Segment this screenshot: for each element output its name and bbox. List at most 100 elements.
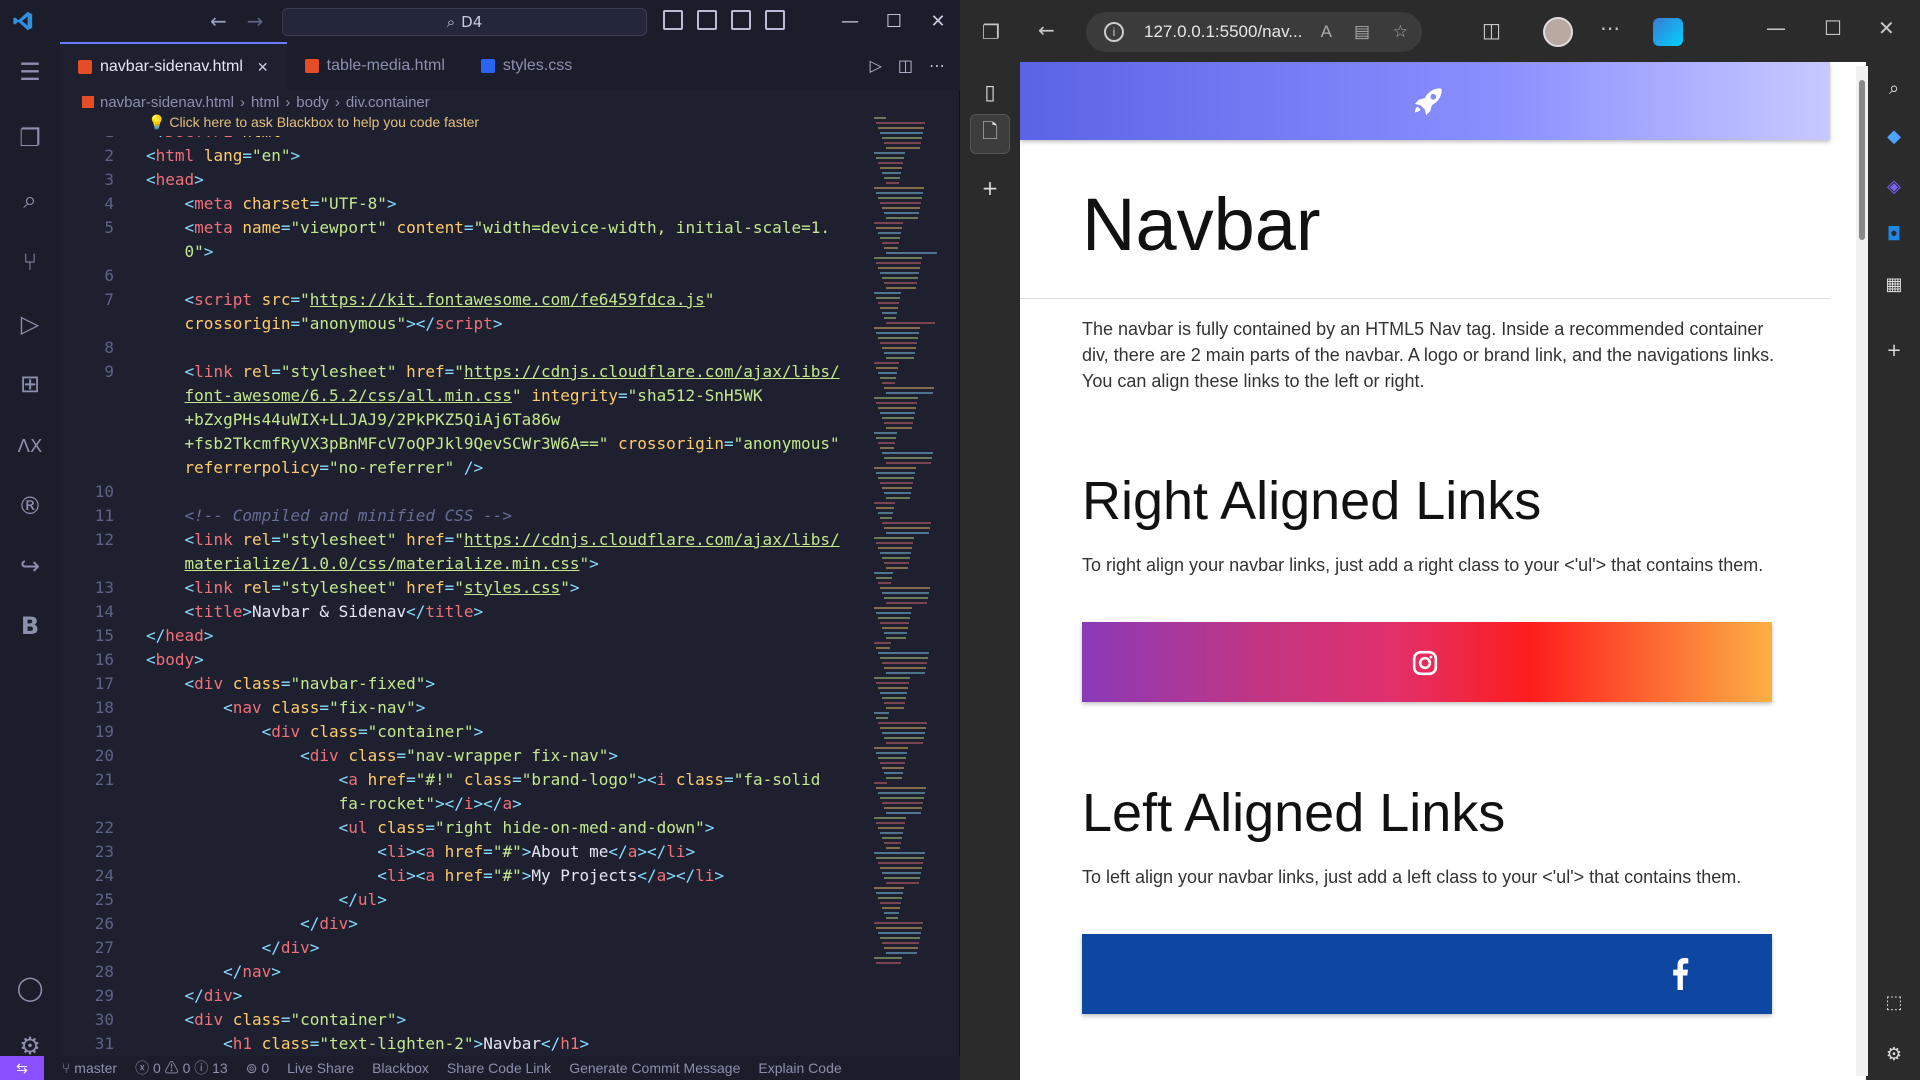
code-line[interactable]: 23 <li><a href="#">About me</a></li>	[60, 840, 880, 864]
more-actions-icon[interactable]: ⋯	[929, 56, 945, 75]
toggle-sidebar-icon[interactable]	[663, 10, 683, 30]
instagram-icon[interactable]	[1412, 650, 1438, 676]
facebook-icon[interactable]	[1670, 958, 1690, 990]
run-debug-icon[interactable]: ▷	[0, 300, 60, 348]
new-tab-icon[interactable]: +	[970, 168, 1010, 208]
code-line[interactable]: 6	[60, 264, 880, 288]
source-control-icon[interactable]: ⑂	[0, 238, 60, 286]
maximize-icon[interactable]: ☐	[872, 0, 916, 42]
code-line[interactable]: 13 <link rel="stylesheet" href="styles.c…	[60, 576, 880, 600]
breadcrumb-container[interactable]: div.container	[346, 94, 430, 111]
remote-indicator-icon[interactable]: ⇆	[0, 1056, 44, 1080]
explorer-icon[interactable]: ❐	[0, 114, 60, 162]
copilot-icon[interactable]	[1653, 18, 1683, 46]
code-line[interactable]: 0">	[60, 240, 880, 264]
code-line[interactable]: fa-rocket"></i></a>	[60, 792, 880, 816]
code-line[interactable]: 8	[60, 336, 880, 360]
avatar[interactable]	[1543, 17, 1573, 47]
live-share-icon[interactable]: ↪	[0, 542, 60, 590]
shopping-tag-icon[interactable]: ◆	[1882, 124, 1906, 148]
minimap[interactable]	[870, 115, 940, 975]
generate-commit-message[interactable]: Generate Commit Message	[569, 1060, 740, 1076]
forward-icon[interactable]: →	[247, 9, 264, 33]
code-line[interactable]: 21 <a href="#!" class="brand-logo"><i cl…	[60, 768, 880, 792]
rocket-icon[interactable]	[1412, 84, 1446, 118]
code-line[interactable]: 2 <html lang="en">	[60, 144, 880, 168]
command-center-search[interactable]: ⌕ D4	[282, 8, 647, 36]
code-line[interactable]: 14 <title>Navbar & Sidenav</title>	[60, 600, 880, 624]
back-icon[interactable]: ←	[1038, 18, 1055, 42]
screenshot-icon[interactable]: ⬚	[1882, 990, 1906, 1014]
info-icon[interactable]: i	[1104, 22, 1124, 42]
breadcrumb-html[interactable]: html	[251, 94, 279, 111]
code-line[interactable]: 17 <div class="navbar-fixed">	[60, 672, 880, 696]
run-icon[interactable]: ▷	[870, 56, 882, 75]
code-line[interactable]: +fsb2TkcmfRyVX3pBnMFcV7oQPJkl9QevSCWr3W6…	[60, 432, 880, 456]
code-line[interactable]: 4 <meta charset="UTF-8">	[60, 192, 880, 216]
sidebar-settings-icon[interactable]: ⚙	[1882, 1042, 1906, 1066]
code-line[interactable]: 24 <li><a href="#">My Projects</a></li>	[60, 864, 880, 888]
code-line[interactable]: 27 </div>	[60, 936, 880, 960]
accounts-icon[interactable]: ◯	[0, 964, 60, 1012]
code-line[interactable]: 18 <nav class="fix-nav">	[60, 696, 880, 720]
minimize-icon[interactable]: —	[1766, 16, 1786, 40]
split-editor-icon[interactable]: ◫	[898, 56, 913, 75]
favorite-star-icon[interactable]: ☆	[1393, 22, 1408, 42]
code-line[interactable]: 25 </ul>	[60, 888, 880, 912]
ports[interactable]: ⊚ 0	[246, 1060, 269, 1077]
code-line[interactable]: 5 <meta name="viewport" content="width=d…	[60, 216, 880, 240]
tab-styles-css[interactable]: styles.css	[463, 42, 590, 90]
code-line[interactable]: 12 <link rel="stylesheet" href="https://…	[60, 528, 880, 552]
outlook-icon[interactable]: ◘	[1882, 222, 1906, 246]
code-line[interactable]: 15 </head>	[60, 624, 880, 648]
blackbox-status[interactable]: Blackbox	[372, 1060, 429, 1076]
maximize-icon[interactable]: ☐	[1824, 16, 1842, 40]
tab-navbar-sidenav[interactable]: navbar-sidenav.html ✕	[60, 42, 287, 90]
editor-scrollbar[interactable]	[948, 115, 958, 975]
breadcrumb-body[interactable]: body	[296, 94, 329, 111]
copilot-sidebar-icon[interactable]: ◈	[1882, 174, 1906, 198]
tools-icon[interactable]: ▦	[1882, 272, 1906, 296]
split-screen-icon[interactable]: ◫	[1482, 18, 1501, 42]
code-line[interactable]: crossorigin="anonymous"></script>	[60, 312, 880, 336]
active-tab-page-icon[interactable]: 🗋	[970, 114, 1010, 154]
tab-table-media[interactable]: table-media.html	[287, 42, 463, 90]
code-line[interactable]: +bZxgPHs44uWIX+LLJAJ9/2PkPKZ5QiAj6Ta86w	[60, 408, 880, 432]
code-line[interactable]: 11 <!-- Compiled and minified CSS -->	[60, 504, 880, 528]
customize-layout-icon[interactable]	[765, 10, 785, 30]
code-line[interactable]: 10	[60, 480, 880, 504]
code-line[interactable]: 22 <ul class="right hide-on-med-and-down…	[60, 816, 880, 840]
extensions-icon[interactable]: ⊞	[0, 360, 60, 408]
close-icon[interactable]: ✕	[916, 0, 960, 42]
read-aloud-icon[interactable]: A	[1321, 22, 1332, 42]
code-line[interactable]: 19 <div class="container">	[60, 720, 880, 744]
blackbox-hint[interactable]: 💡 Click here to ask Blackbox to help you…	[148, 114, 479, 136]
toggle-panel-icon[interactable]	[697, 10, 717, 30]
code-line[interactable]: 9 <link rel="stylesheet" href="https://c…	[60, 360, 880, 384]
share-code-link[interactable]: Share Code Link	[447, 1060, 551, 1076]
address-bar[interactable]: i 127.0.0.1:5500/nav... A ▤ ☆	[1086, 12, 1422, 52]
remote-explorer-icon[interactable]: ®	[0, 482, 60, 530]
breadcrumb-file[interactable]: navbar-sidenav.html	[100, 94, 234, 111]
minimize-icon[interactable]: —	[828, 0, 872, 42]
code-line[interactable]: 20 <div class="nav-wrapper fix-nav">	[60, 744, 880, 768]
code-line[interactable]: font-awesome/6.5.2/css/all.min.css" inte…	[60, 384, 880, 408]
code-line[interactable]: 3 <head>	[60, 168, 880, 192]
scrollbar-thumb[interactable]	[1859, 80, 1865, 240]
code-line[interactable]: referrerpolicy="no-referrer" />	[60, 456, 880, 480]
search-view-icon[interactable]: ⌕	[0, 176, 60, 224]
code-line[interactable]: materialize/1.0.0/css/materialize.min.cs…	[60, 552, 880, 576]
code-editor[interactable]: 1 <!DOCTYPE html> 2 <html lang="en"> 3 <head>…	[60, 136, 940, 1054]
explain-code[interactable]: Explain Code	[758, 1060, 841, 1076]
code-line[interactable]: 1 <!DOCTYPE html>	[60, 136, 880, 144]
immersive-reader-icon[interactable]: ▤	[1354, 22, 1370, 42]
back-icon[interactable]: ←	[210, 9, 227, 33]
ai-extension-icon[interactable]: ᐱX	[0, 422, 60, 470]
code-line[interactable]: 16 <body>	[60, 648, 880, 672]
code-line[interactable]: 26 </div>	[60, 912, 880, 936]
toggle-secondary-sidebar-icon[interactable]	[731, 10, 751, 30]
code-line[interactable]: 28 </nav>	[60, 960, 880, 984]
tab-actions-icon[interactable]: ▯	[970, 72, 1010, 112]
code-line[interactable]: 29 </div>	[60, 984, 880, 1008]
search-icon[interactable]: ⌕	[1882, 76, 1906, 100]
